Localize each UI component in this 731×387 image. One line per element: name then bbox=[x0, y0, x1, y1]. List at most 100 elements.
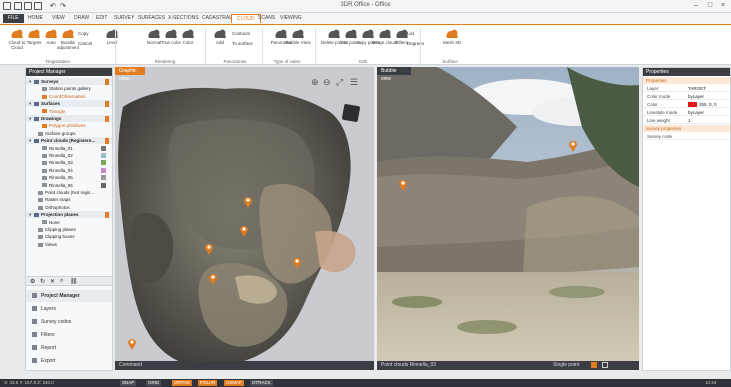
property-row[interactable]: Linestyle mode byLayer bbox=[643, 109, 730, 116]
mesh-3d-button[interactable]: Mesh 3D bbox=[438, 28, 466, 56]
tab-bubble-view[interactable]: Bubble view bbox=[377, 67, 411, 82]
tree-item[interactable]: Triangle bbox=[26, 108, 112, 115]
target-marker-icon[interactable] bbox=[292, 256, 302, 269]
save-icon[interactable] bbox=[24, 2, 32, 10]
tree-item[interactable]: Polygon primitives bbox=[26, 122, 112, 129]
view-options-icon[interactable]: ☰ bbox=[350, 77, 358, 88]
menu-file[interactable]: FILE bbox=[3, 14, 24, 23]
zoom-extents-icon[interactable]: ⤢ bbox=[336, 77, 343, 88]
target-marker-icon[interactable] bbox=[239, 224, 249, 237]
pin-icon[interactable] bbox=[105, 79, 109, 85]
tree-item[interactable]: Views bbox=[26, 241, 112, 248]
command-bar[interactable]: Command bbox=[115, 361, 374, 370]
property-value[interactable]: 1 bbox=[688, 117, 691, 124]
redo-icon[interactable]: ↷ bbox=[60, 2, 68, 10]
point-cloud-render[interactable] bbox=[115, 67, 374, 370]
color-button[interactable]: Color bbox=[174, 28, 202, 56]
nav-project-manager[interactable]: Project Manager bbox=[26, 290, 112, 302]
pin-icon[interactable] bbox=[105, 109, 109, 115]
zoom-icon[interactable]: ⌕ bbox=[60, 278, 63, 285]
target-marker-icon[interactable] bbox=[568, 139, 578, 152]
close-button[interactable]: × bbox=[717, 2, 729, 11]
frame-button[interactable] bbox=[602, 362, 608, 368]
menu-viewing[interactable]: VIEWING bbox=[275, 14, 307, 23]
nav-survey-codes[interactable]: Survey codes bbox=[26, 316, 112, 328]
status-toggle-polar[interactable]: POLAR bbox=[198, 380, 218, 386]
contours-button[interactable]: Contours bbox=[232, 30, 250, 37]
tree-item[interactable]: Surface groups bbox=[26, 130, 112, 137]
undo-icon[interactable]: ↶ bbox=[50, 2, 58, 10]
cancel-button[interactable]: Cancel bbox=[78, 40, 92, 47]
menu-view[interactable]: VIEW bbox=[47, 14, 70, 23]
status-toggle-otrack[interactable]: OTRACK bbox=[250, 380, 273, 386]
pin-icon[interactable] bbox=[105, 234, 109, 240]
tree-item[interactable]: ▾ Surveys bbox=[26, 78, 112, 85]
target-marker-icon[interactable] bbox=[127, 337, 137, 350]
pin-icon[interactable] bbox=[105, 227, 109, 233]
list-button[interactable]: List bbox=[407, 30, 414, 37]
link-icon[interactable]: ⛓ bbox=[70, 278, 78, 285]
property-value[interactable]: byLayer bbox=[688, 93, 704, 100]
level-button[interactable]: Level bbox=[98, 28, 126, 56]
pin-icon[interactable] bbox=[105, 101, 109, 108]
tree-item[interactable]: Clipping planes bbox=[26, 226, 112, 233]
add-button[interactable]: Add bbox=[206, 28, 234, 56]
delete-icon[interactable]: ✕ bbox=[50, 278, 55, 285]
pin-icon[interactable] bbox=[105, 197, 109, 203]
tree-item[interactable]: Raster maps bbox=[26, 196, 112, 203]
property-value[interactable]: TARGET bbox=[688, 85, 706, 92]
tree-item[interactable]: Rinnella_04 bbox=[26, 167, 112, 174]
minimize-button[interactable]: – bbox=[690, 2, 702, 11]
zoom-in-icon[interactable]: ⊕ bbox=[311, 77, 319, 88]
tree-item[interactable]: CoordObservation bbox=[26, 93, 112, 100]
pin-icon[interactable] bbox=[105, 190, 109, 196]
property-row[interactable]: Color mode byLayer bbox=[643, 93, 730, 100]
tree-item[interactable]: Rinnella_03 bbox=[26, 159, 112, 166]
property-row[interactable]: Color 255, 0, 0 bbox=[643, 101, 730, 108]
target-marker-icon[interactable] bbox=[204, 242, 214, 255]
property-row[interactable]: Layer TARGET bbox=[643, 85, 730, 92]
pin-icon[interactable] bbox=[105, 146, 109, 152]
mode-button[interactable] bbox=[591, 362, 597, 368]
tree-item[interactable]: Rinnella_06 bbox=[26, 182, 112, 189]
tree-item[interactable]: Rinnella_02 bbox=[26, 152, 112, 159]
tree-item[interactable]: ▾ Point clouds (Registere... bbox=[26, 137, 112, 145]
pin-icon[interactable] bbox=[105, 168, 109, 174]
status-toggle-snap[interactable]: SNAP bbox=[120, 380, 137, 386]
menu-home[interactable]: HOME bbox=[23, 14, 48, 23]
tree-item[interactable]: Clipping boxes bbox=[26, 233, 112, 240]
pin-icon[interactable] bbox=[105, 212, 109, 219]
pin-icon[interactable] bbox=[105, 138, 109, 145]
pin-icon[interactable] bbox=[105, 94, 109, 100]
open-icon[interactable] bbox=[14, 2, 22, 10]
graphic-view[interactable]: Graphic view ⊕ ⊖ ⤢ ☰ Command bbox=[115, 67, 374, 370]
panorama-image[interactable] bbox=[377, 67, 639, 370]
property-row[interactable]: Survey code bbox=[643, 133, 730, 140]
print-icon[interactable] bbox=[34, 2, 42, 10]
pin-icon[interactable] bbox=[105, 242, 109, 248]
single-point-select[interactable]: Single point bbox=[553, 361, 579, 370]
view-cube[interactable] bbox=[341, 103, 361, 123]
pin-icon[interactable] bbox=[105, 131, 109, 137]
tab-graphic-view[interactable]: Graphic view bbox=[115, 67, 145, 82]
pin-icon[interactable] bbox=[105, 183, 109, 189]
tree-item[interactable]: Rinnella_05 bbox=[26, 174, 112, 181]
status-toggle-ortho[interactable]: ORTHO bbox=[172, 380, 193, 386]
nav-export[interactable]: Export bbox=[26, 355, 112, 367]
copy-button[interactable]: Copy bbox=[78, 30, 89, 37]
tree-item[interactable]: Point clouds (Not regis... bbox=[26, 189, 112, 196]
pin-icon[interactable] bbox=[105, 175, 109, 181]
tree-item[interactable]: ▾ Projection planes bbox=[26, 211, 112, 219]
tree-item[interactable]: Orthophotos bbox=[26, 204, 112, 211]
bubble-view[interactable]: Bubble view Point clouds Rinnella_03 Sin… bbox=[377, 67, 639, 370]
tree-item[interactable]: None bbox=[26, 219, 112, 226]
tree-item[interactable]: Station points gallery bbox=[26, 85, 112, 92]
pin-icon[interactable] bbox=[105, 86, 109, 92]
tree-item[interactable]: ▾ Drawings bbox=[26, 115, 112, 122]
pin-icon[interactable] bbox=[105, 153, 109, 159]
degrees-button[interactable]: Degrees bbox=[407, 40, 424, 47]
maximize-button[interactable]: □ bbox=[704, 2, 716, 11]
target-marker-icon[interactable] bbox=[208, 272, 218, 285]
status-toggle-grid[interactable]: GRID bbox=[146, 380, 162, 386]
pin-icon[interactable] bbox=[105, 123, 109, 129]
